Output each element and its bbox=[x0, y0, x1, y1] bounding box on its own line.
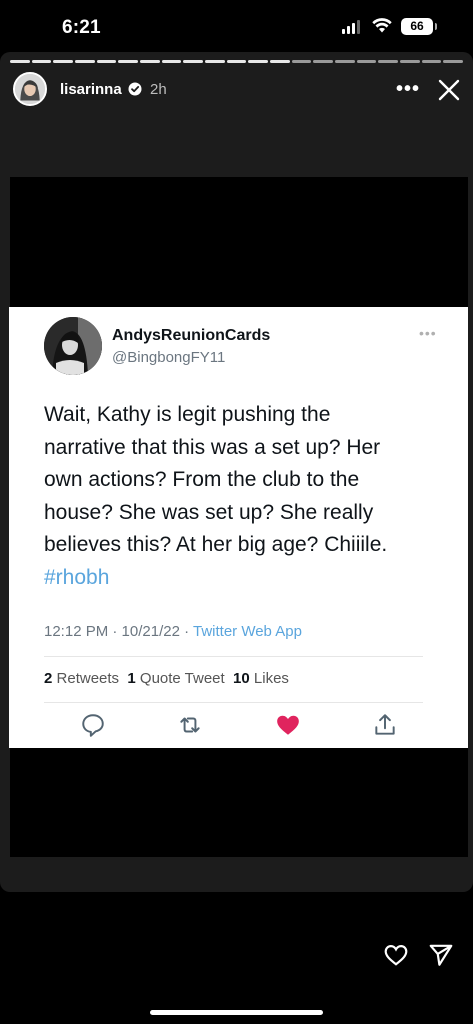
avatar-portrait-icon bbox=[15, 74, 45, 104]
signal-icon bbox=[342, 20, 360, 34]
tweet-text: Wait, Kathy is legit pushing the narrati… bbox=[44, 399, 454, 594]
divider bbox=[44, 702, 423, 703]
tweet-text-line: house? She was set up? She really bbox=[44, 500, 374, 524]
tweet-timestamp: 12:12 PM · 10/21/22 · bbox=[44, 623, 193, 640]
share-icon bbox=[375, 714, 395, 735]
tweet-text-line: believes this? At her big age? Chiiile. bbox=[44, 533, 388, 556]
more-options-icon[interactable]: ••• bbox=[396, 78, 420, 101]
tweet-avatar-portrait-icon bbox=[44, 317, 102, 375]
status-bar: 6:21 66 bbox=[0, 0, 473, 52]
battery-indicator: 66 bbox=[401, 18, 437, 35]
wifi-icon bbox=[372, 18, 392, 33]
tweet-stats: 2 Retweets 1 Quote Tweet 10 Likes bbox=[44, 670, 289, 687]
quotes-count: 1 bbox=[127, 670, 136, 687]
retweets-label: Retweets bbox=[56, 670, 120, 687]
verified-badge-icon bbox=[128, 82, 142, 96]
reply-icon bbox=[82, 714, 104, 737]
retweet-icon bbox=[180, 717, 200, 733]
likes-label: Likes bbox=[253, 670, 289, 687]
home-indicator bbox=[150, 1010, 323, 1015]
divider bbox=[44, 656, 423, 657]
tweet-hashtag: #rhobh bbox=[44, 565, 110, 589]
avatar[interactable] bbox=[13, 72, 47, 106]
close-icon[interactable] bbox=[437, 78, 461, 102]
send-icon[interactable] bbox=[428, 942, 454, 968]
tweet-text-line: own actions? From the club to the bbox=[44, 468, 360, 491]
story-username[interactable]: lisarinna bbox=[60, 81, 122, 98]
heart-icon[interactable] bbox=[383, 942, 409, 968]
story-progress-bar bbox=[10, 60, 464, 63]
like-heart-icon bbox=[277, 715, 299, 735]
tweet-source-app: Twitter Web App bbox=[192, 623, 302, 640]
tweet-card: AndysReunionCards @BingbongFY11 ••• Wait… bbox=[9, 307, 468, 748]
tweet-meta: 12:12 PM · 10/21/22 · Twitter Web App bbox=[44, 623, 302, 640]
tweet-more-icon: ••• bbox=[419, 325, 437, 341]
tweet-text-line: Wait, Kathy is legit pushing the bbox=[44, 403, 331, 426]
tweet-display-name: AndysReunionCards bbox=[112, 327, 271, 344]
tweet-actions bbox=[9, 712, 468, 742]
tweet-handle: @BingbongFY11 bbox=[112, 349, 226, 366]
story-time-ago: 2h bbox=[150, 81, 167, 98]
status-time: 6:21 bbox=[62, 17, 101, 38]
tweet-avatar bbox=[44, 317, 102, 375]
retweets-count: 2 bbox=[44, 670, 53, 687]
quotes-label: Quote Tweet bbox=[139, 670, 225, 687]
likes-count: 10 bbox=[233, 670, 250, 687]
story-header: lisarinna 2h ••• bbox=[0, 70, 473, 110]
tweet-text-line: narrative that this was a set up? Her bbox=[44, 435, 381, 459]
